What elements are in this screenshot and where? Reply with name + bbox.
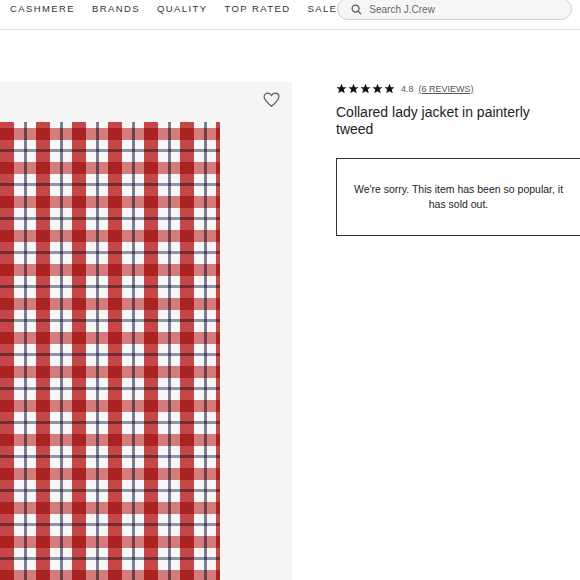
product-page: CASHMERE BRANDS QUALITY TOP RATED SALE Search…	[0, 0, 580, 580]
jacket-image	[0, 122, 220, 580]
nav-link[interactable]: CASHMERE	[10, 3, 75, 14]
search-field[interactable]: Search J.Crew	[337, 0, 572, 20]
nav-link[interactable]: BRANDS	[92, 3, 140, 14]
rating-row: 4.8 (6 REVIEWS)	[336, 83, 580, 94]
product-title: Collared lady jacket in painterly tweed	[336, 104, 580, 138]
heart-icon[interactable]	[263, 92, 280, 107]
notice-text: We're sorry. This item has been so popul…	[351, 182, 566, 212]
rating-value: 4.8	[401, 84, 414, 94]
sold-out-notice: We're sorry. This item has been so popul…	[336, 158, 580, 236]
product-info: 4.8 (6 REVIEWS) Collared lady jacket in pa…	[336, 82, 580, 580]
nav-link[interactable]: SALE	[307, 3, 337, 14]
top-bar: CASHMERE BRANDS QUALITY TOP RATED SALE Search…	[0, 0, 580, 30]
nav-menu: CASHMERE BRANDS QUALITY TOP RATED SALE	[10, 0, 337, 14]
star-icon	[384, 83, 395, 94]
magnifier-icon	[351, 4, 362, 15]
product-photo	[0, 82, 292, 580]
nav-link[interactable]: TOP RATED	[225, 3, 291, 14]
star-icon	[336, 83, 347, 94]
star-icon	[360, 83, 371, 94]
search-placeholder: Search J.Crew	[369, 4, 435, 15]
product-main: 4.8 (6 REVIEWS) Collared lady jacket in pa…	[0, 82, 580, 580]
nav-link[interactable]: QUALITY	[157, 3, 207, 14]
reviews-link[interactable]: (6 REVIEWS)	[419, 84, 474, 94]
star-icon	[372, 83, 383, 94]
star-icon	[348, 83, 359, 94]
